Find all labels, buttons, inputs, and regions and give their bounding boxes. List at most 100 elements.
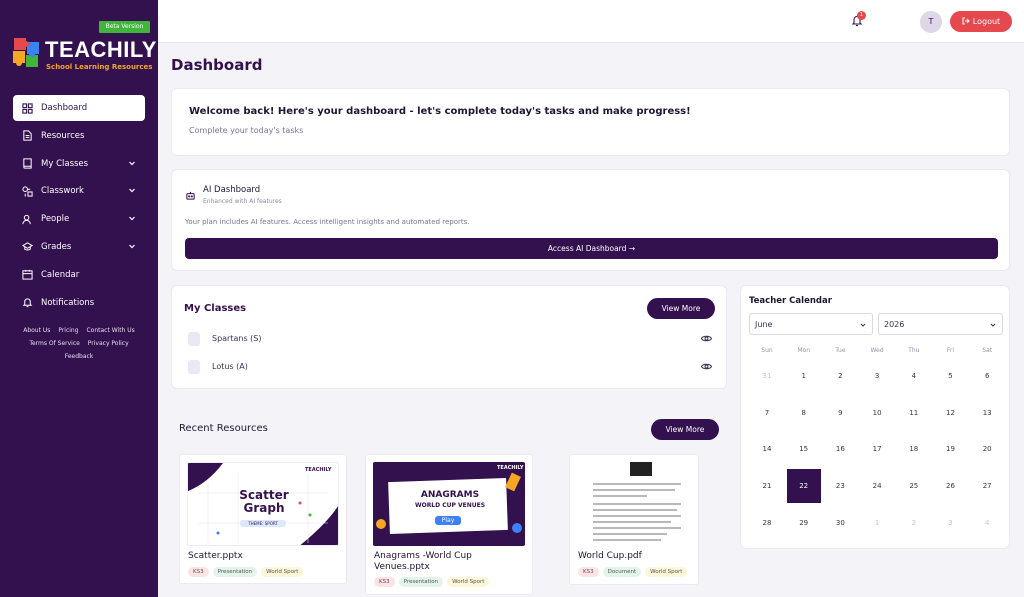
calendar-day[interactable]: 17 [860,432,894,466]
book-icon [188,360,200,374]
calendar-day[interactable]: 2 [823,359,857,393]
calendar-day[interactable]: 3 [934,506,968,540]
calendar-day[interactable]: 4 [970,506,1004,540]
sidebar-nav: Dashboard Resources My Classes Classwork… [13,95,145,317]
footer-link-pricing[interactable]: Pricing [58,327,78,334]
sidebar-item-label: Notifications [41,297,95,308]
calendar-day[interactable]: 29 [787,506,821,540]
recent-resources-title: Recent Resources [179,423,268,434]
sidebar-item-calendar[interactable]: Calendar [13,262,145,288]
sidebar-item-classwork[interactable]: Classwork [13,178,145,204]
calendar-day[interactable]: 18 [897,432,931,466]
calendar-day[interactable]: 26 [934,469,968,503]
calendar-day[interactable]: 1 [787,359,821,393]
resource-tags: KS3 Presentation World Sport [188,567,304,577]
sidebar-item-dashboard[interactable]: Dashboard [13,95,145,121]
calendar-day[interactable]: 30 [823,506,857,540]
access-ai-dashboard-button[interactable]: Access AI Dashboard → [185,238,998,259]
calendar-day[interactable]: 19 [934,432,968,466]
puzzle-logo-icon [13,38,39,67]
classes-view-more-button[interactable]: View More [647,298,715,319]
calendar-day[interactable]: 11 [897,396,931,430]
calendar-day[interactable]: 1 [860,506,894,540]
resources-view-more-button[interactable]: View More [651,419,719,440]
resource-tags: KS3 Presentation World Sport [374,577,490,587]
eye-icon[interactable] [701,334,712,343]
class-row[interactable]: Spartans (S) [184,329,716,349]
class-row[interactable]: Lotus (A) [184,357,716,377]
resource-card[interactable]: World Cup.pdf KS3 Document World Sport [569,454,699,585]
calendar-day[interactable]: 15 [787,432,821,466]
welcome-subtext: Complete your today's tasks [189,126,304,135]
user-icon [22,214,31,224]
sidebar-item-my-classes[interactable]: My Classes [13,151,145,177]
calendar-day[interactable]: 7 [750,396,784,430]
calendar-day[interactable]: 10 [860,396,894,430]
calendar-day[interactable]: 12 [934,396,968,430]
footer-link-contact[interactable]: Contact With Us [86,327,134,334]
calendar-day[interactable]: 4 [897,359,931,393]
page-title: Dashboard [171,56,263,74]
weekday-label: Fri [946,347,955,354]
calendar-day[interactable]: 16 [823,432,857,466]
calendar-day[interactable]: 24 [860,469,894,503]
calendar-day[interactable]: 2 [897,506,931,540]
year-select[interactable]: 2026 [878,313,1003,335]
calendar-day[interactable]: 14 [750,432,784,466]
sidebar-item-resources[interactable]: Resources [13,123,145,149]
calendar-day[interactable]: 20 [970,432,1004,466]
tag-type: Document [602,567,642,577]
footer-links: About Us Pricing Contact With Us Terms O… [14,324,144,363]
calendar-day[interactable]: 23 [823,469,857,503]
calendar-day[interactable]: 27 [970,469,1004,503]
brand-tagline: School Learning Resources [46,63,153,71]
book-icon [188,332,200,346]
class-name: Spartans (S) [212,334,262,343]
calendar-day[interactable]: 9 [823,396,857,430]
footer-link-about[interactable]: About Us [23,327,50,334]
sidebar-item-label: Grades [41,241,72,252]
tag-topic: World Sport [261,567,304,577]
calendar-day[interactable]: 6 [970,359,1004,393]
calendar-day[interactable]: 31 [750,359,784,393]
calendar-day[interactable]: 8 [787,396,821,430]
calendar-day[interactable]: 25 [897,469,931,503]
avatar[interactable]: T [920,11,942,33]
sidebar-item-people[interactable]: People [13,206,145,232]
resource-card[interactable]: TEACHILY Scatter Graph THEME: SPORT Scat… [179,454,347,584]
sidebar-item-grades[interactable]: Grades [13,234,145,260]
eye-icon[interactable] [701,362,712,371]
calendar-day[interactable]: 3 [860,359,894,393]
calendar-day[interactable]: 13 [970,396,1004,430]
ai-dashboard-card: AI Dashboard Enhanced with AI features Y… [171,169,1010,271]
sidebar-item-label: Classwork [41,186,84,197]
book-icon [23,158,32,169]
footer-link-terms[interactable]: Terms Of Service [29,340,80,347]
welcome-card: Welcome back! Here's your dashboard - le… [171,88,1010,156]
calendar-day[interactable]: 22 [786,469,821,504]
file-icon [23,130,32,141]
resource-thumbnail: TEACHILY ANAGRAMS WORLD CUP VENUES Play [373,462,525,546]
calendar-day[interactable]: 21 [750,469,784,503]
resource-name: World Cup.pdf [578,551,642,561]
logout-button[interactable]: Logout [950,11,1012,32]
calendar-day[interactable]: 5 [934,359,968,393]
robot-icon [186,191,195,200]
resource-card[interactable]: TEACHILY ANAGRAMS WORLD CUP VENUES Play … [365,454,533,595]
footer-link-feedback[interactable]: Feedback [65,353,94,360]
thumbnail-logo: TEACHILY [497,465,524,471]
month-select[interactable]: June [749,313,873,335]
sidebar-item-notifications[interactable]: Notifications [13,290,145,316]
notification-count-badge: 1 [857,11,866,20]
chevron-down-icon [990,323,996,327]
calendar-day[interactable]: 28 [750,506,784,540]
logout-icon [962,17,970,25]
chevron-down-icon [129,216,135,221]
thumbnail-play-button: Play [435,516,461,525]
tag-ks3: KS3 [188,567,209,577]
calendar-title: Teacher Calendar [749,296,832,306]
logout-label: Logout [972,17,1001,26]
teacher-calendar-card: Teacher Calendar June 2026 Sun Mon Tue Wed T… [740,285,1010,549]
footer-link-privacy[interactable]: Privacy Policy [88,340,129,347]
logo[interactable]: TEACHILY School Learning Resources [12,34,156,76]
